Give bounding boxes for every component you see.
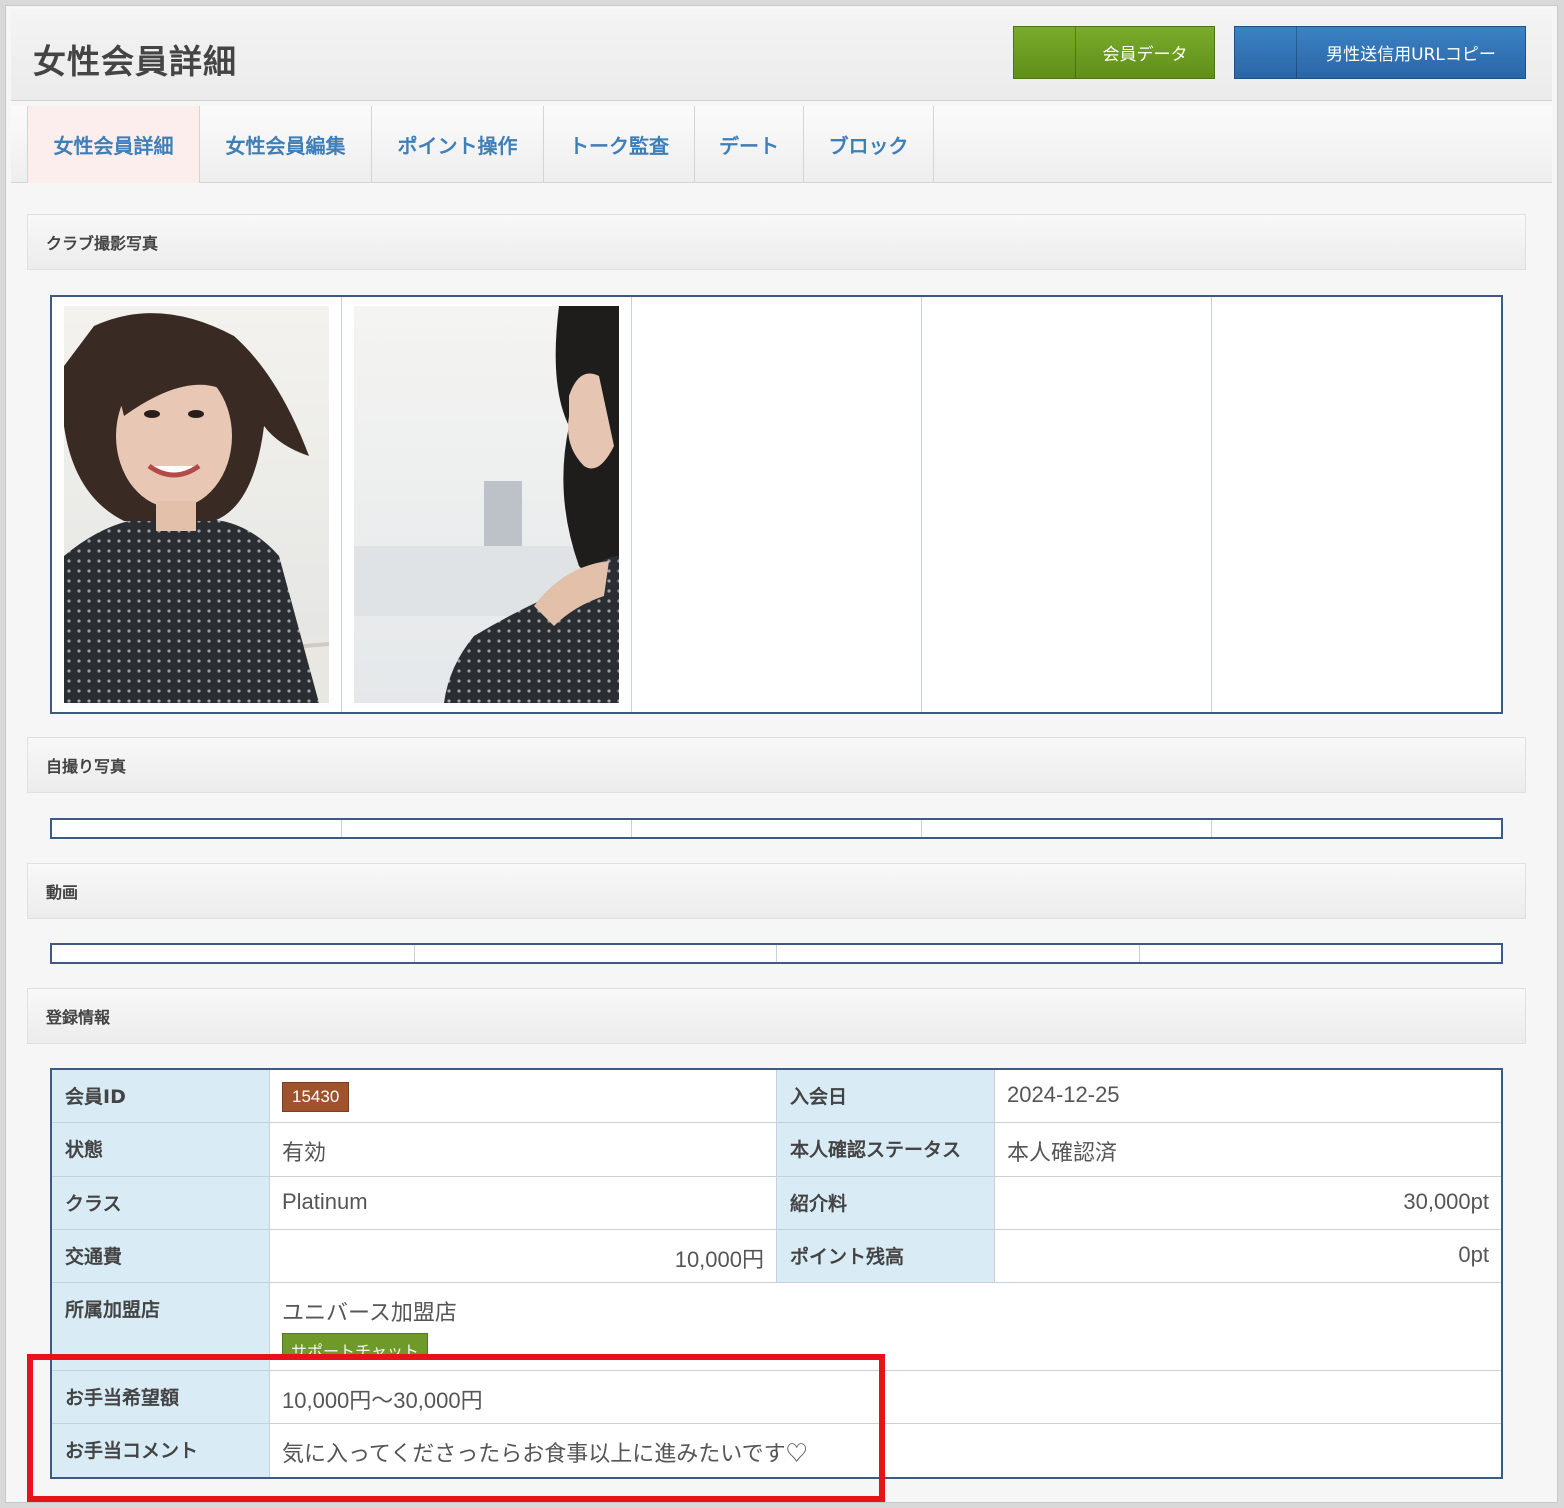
selfie-slot-3 — [632, 820, 922, 837]
member-data-button[interactable]: 会員データ — [1013, 26, 1215, 79]
comment-value: 気に入ってくださったらお食事以上に進みたいです♡ — [282, 1441, 808, 1466]
transport-value: 10,000円 — [270, 1230, 777, 1282]
page-frame: 女性会員詳細 会員データ 男性送信用URLコピー 女性会員詳細 女性会員編集 ポ… — [5, 5, 1558, 1503]
table-row: 所属加盟店 ユニバース加盟店 サポートチャット — [52, 1283, 1501, 1371]
identity-status-label: 本人確認ステータス — [777, 1123, 995, 1176]
page-title: 女性会員詳細 — [33, 42, 237, 81]
comment-label: お手当コメント — [52, 1424, 270, 1477]
class-value: Platinum — [270, 1177, 777, 1229]
class-label: クラス — [52, 1177, 270, 1229]
allowance-label: お手当希望額 — [52, 1371, 270, 1423]
join-date-value: 2024-12-25 — [1007, 1082, 1120, 1107]
support-chat-button[interactable]: サポートチャット — [282, 1333, 428, 1355]
selfie-photos-grid — [50, 818, 1503, 839]
copy-icon — [1235, 27, 1297, 78]
points-label: ポイント残高 — [777, 1230, 995, 1282]
status-value: 有効 — [270, 1123, 777, 1176]
copy-url-label: 男性送信用URLコピー — [1326, 45, 1496, 65]
referral-fee-value: 30,000pt — [1403, 1189, 1489, 1214]
selfie-slot-4 — [922, 820, 1212, 837]
store-label: 所属加盟店 — [52, 1283, 270, 1370]
tab-member-detail[interactable]: 女性会員詳細 — [27, 106, 200, 183]
tab-point-operation[interactable]: ポイント操作 — [372, 106, 544, 183]
club-photo-2[interactable] — [354, 306, 619, 703]
member-data-icon — [1014, 27, 1076, 78]
tab-date[interactable]: デート — [695, 106, 804, 183]
transport-label: 交通費 — [52, 1230, 270, 1282]
points-value: 0pt — [1458, 1242, 1489, 1267]
join-date-label: 入会日 — [777, 1070, 995, 1122]
status-label: 状態 — [52, 1123, 270, 1176]
table-row: お手当希望額 10,000円〜30,000円 — [52, 1371, 1501, 1424]
club-photo-1-image — [64, 306, 329, 703]
member-id-badge: 15430 — [282, 1082, 350, 1112]
allowance-value: 10,000円〜30,000円 — [282, 1388, 483, 1413]
registration-table: 会員ID 15430 入会日 2024-12-25 状態 有効 本人確認ステータ… — [50, 1068, 1503, 1479]
photo-slot-5 — [1212, 297, 1501, 712]
tab-bar: 女性会員詳細 女性会員編集 ポイント操作 トーク監査 デート ブロック — [11, 106, 1552, 183]
tab-talk-audit[interactable]: トーク監査 — [544, 106, 695, 183]
videos-grid — [50, 943, 1503, 964]
video-slot-3 — [777, 945, 1140, 962]
selfie-slot-5 — [1212, 820, 1501, 837]
tab-block[interactable]: ブロック — [804, 106, 934, 183]
club-photos-heading: クラブ撮影写真 — [27, 214, 1526, 270]
photo-slot-1 — [52, 297, 342, 712]
photo-slot-3 — [632, 297, 922, 712]
table-row: 交通費 10,000円 ポイント残高 0pt — [52, 1230, 1501, 1283]
club-photo-1[interactable] — [64, 306, 329, 703]
photo-slot-2 — [342, 297, 632, 712]
tab-member-edit[interactable]: 女性会員編集 — [200, 106, 372, 183]
page-header: 女性会員詳細 会員データ 男性送信用URLコピー — [11, 9, 1552, 101]
videos-heading: 動画 — [27, 863, 1526, 919]
registration-heading: 登録情報 — [27, 988, 1526, 1044]
store-value: ユニバース加盟店 — [282, 1300, 457, 1325]
club-photos-grid — [50, 295, 1503, 714]
table-row: 状態 有効 本人確認ステータス 本人確認済 — [52, 1123, 1501, 1177]
identity-status-value: 本人確認済 — [1007, 1140, 1118, 1165]
photo-slot-4 — [922, 297, 1212, 712]
copy-url-button[interactable]: 男性送信用URLコピー — [1234, 26, 1526, 79]
video-slot-4 — [1140, 945, 1502, 962]
selfie-slot-1 — [52, 820, 342, 837]
member-id-cell: 15430 — [270, 1070, 777, 1122]
video-slot-1 — [52, 945, 415, 962]
member-data-label: 会員データ — [1102, 45, 1188, 65]
video-slot-2 — [415, 945, 777, 962]
table-row: クラス Platinum 紹介料 30,000pt — [52, 1177, 1501, 1230]
store-cell: ユニバース加盟店 サポートチャット — [270, 1283, 1501, 1370]
selfie-photos-heading: 自撮り写真 — [27, 737, 1526, 793]
selfie-slot-2 — [342, 820, 632, 837]
member-id-label: 会員ID — [52, 1070, 270, 1122]
referral-fee-label: 紹介料 — [777, 1177, 995, 1229]
club-photo-2-image — [354, 306, 619, 703]
table-row: お手当コメント 気に入ってくださったらお食事以上に進みたいです♡ — [52, 1424, 1501, 1477]
table-row: 会員ID 15430 入会日 2024-12-25 — [52, 1070, 1501, 1123]
